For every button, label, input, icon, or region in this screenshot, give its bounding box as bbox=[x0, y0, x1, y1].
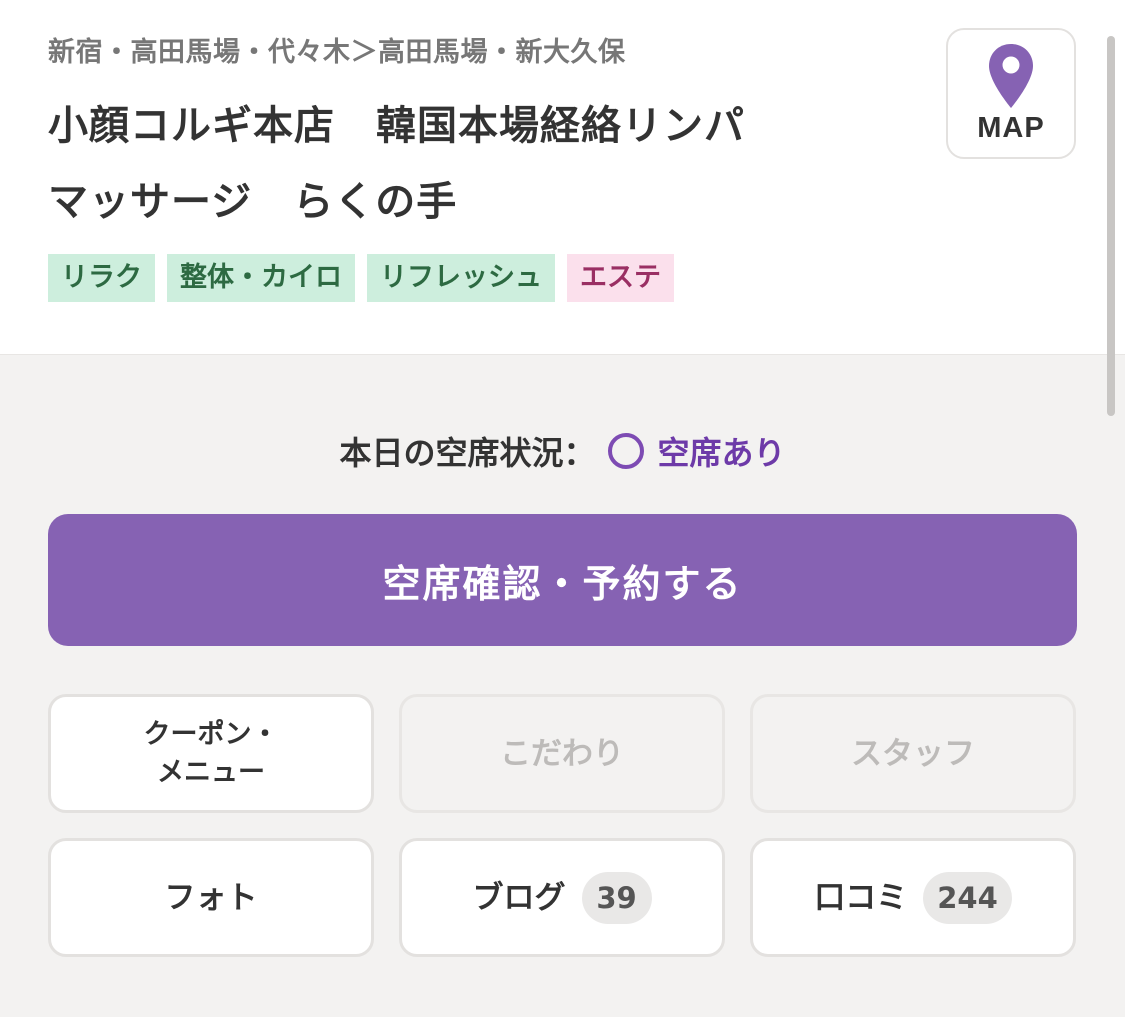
staff-button: スタッフ bbox=[750, 694, 1076, 813]
coupon-menu-label-1: クーポン・ bbox=[143, 718, 279, 750]
reviews-label: 口コミ bbox=[814, 879, 908, 916]
reviews-button[interactable]: 口コミ 244 bbox=[750, 838, 1076, 957]
map-pin-icon bbox=[989, 44, 1033, 108]
shop-header: 新宿・高田馬場・代々木＞高田馬場・新大久保 小顔コルギ本店 韓国本場経絡リンパ … bbox=[0, 0, 1125, 355]
availability-label: 本日の空席状況： bbox=[339, 434, 596, 472]
tag-chiropractic: 整体・カイロ bbox=[167, 254, 355, 302]
availability-status: 本日の空席状況： 空席あり bbox=[0, 428, 1125, 474]
blog-label: ブログ bbox=[472, 879, 566, 916]
circle-icon bbox=[607, 433, 644, 469]
availability-value: 空席あり bbox=[657, 434, 786, 472]
category-tags: リラク 整体・カイロ リフレッシュ エステ bbox=[48, 254, 674, 302]
shop-nav-grid: クーポン・ メニュー こだわり スタッフ フォト ブログ 39 口コミ 244 bbox=[48, 694, 1077, 957]
coupon-menu-label-2: メニュー bbox=[157, 756, 265, 788]
reserve-button[interactable]: 空席確認・予約する bbox=[48, 514, 1077, 646]
photo-button[interactable]: フォト bbox=[48, 838, 374, 957]
map-button[interactable]: MAP bbox=[946, 28, 1076, 159]
scrollbar[interactable] bbox=[1107, 36, 1115, 416]
shop-name: 小顔コルギ本店 韓国本場経絡リンパ マッサージ らくの手 bbox=[48, 88, 908, 240]
map-label: MAP bbox=[977, 112, 1045, 144]
blog-button[interactable]: ブログ 39 bbox=[399, 838, 725, 957]
coupon-menu-button[interactable]: クーポン・ メニュー bbox=[48, 694, 374, 813]
shop-name-line-2: マッサージ らくの手 bbox=[48, 179, 458, 225]
tag-esthetic: エステ bbox=[567, 254, 674, 302]
tag-refresh: リフレッシュ bbox=[367, 254, 555, 302]
reviews-count-badge: 244 bbox=[923, 871, 1012, 924]
breadcrumb[interactable]: 新宿・高田馬場・代々木＞高田馬場・新大久保 bbox=[48, 30, 626, 69]
shop-name-line-1: 小顔コルギ本店 韓国本場経絡リンパ bbox=[48, 103, 745, 149]
tag-relax: リラク bbox=[48, 254, 155, 302]
blog-count-badge: 39 bbox=[581, 871, 652, 924]
kodawari-button: こだわり bbox=[399, 694, 725, 813]
